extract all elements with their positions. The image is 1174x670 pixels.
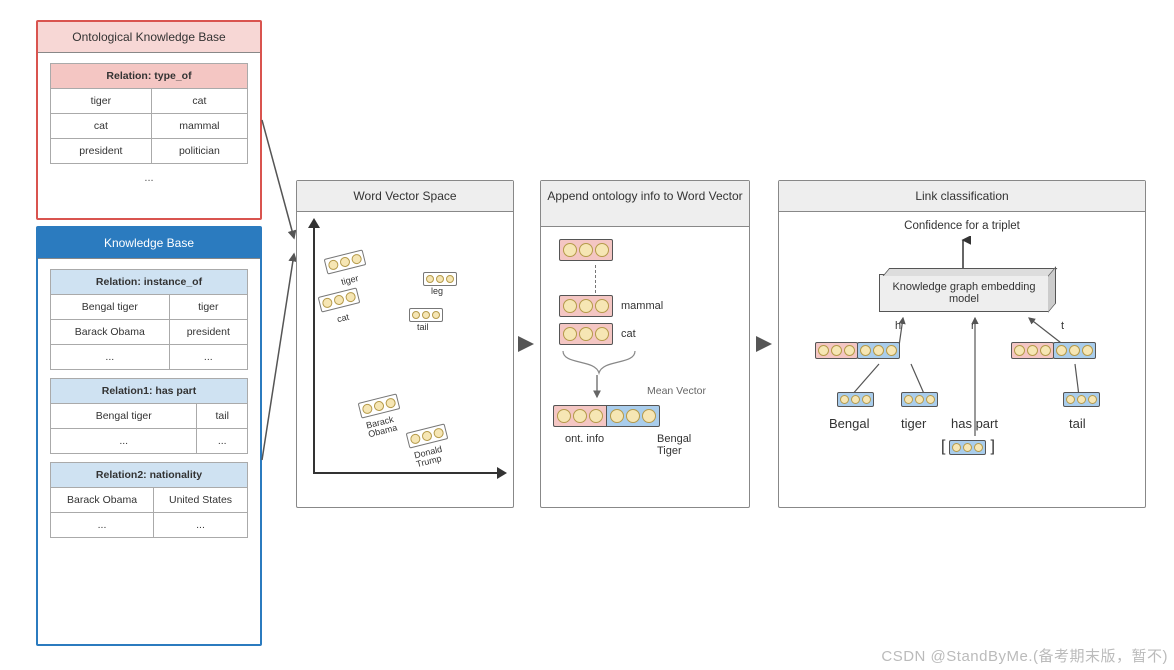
label-mean: Mean Vector [647,385,706,397]
kb-body: Relation: instance_of Bengal tigertiger … [38,259,260,556]
vec-top [559,239,613,261]
arrow-append-to-cls-icon [756,336,772,352]
cls-body: Confidence for a triplet Knowledge graph… [779,212,1145,504]
table-row: Barack Obamapresident [51,320,248,345]
vec-tail [409,308,443,322]
kb-relation: Relation1: has part [51,379,248,404]
append-title: Append ontology info to Word Vector [541,181,749,227]
x-axis [313,472,501,474]
vec-label-tail: tail [417,322,429,332]
word-tiger: tiger [901,416,926,431]
table-row: ...... [51,513,248,538]
dashed-line-icon [595,265,596,293]
model-box: Knowledge graph embedding model [879,274,1049,312]
word-haspart: has part [951,416,998,431]
kb-title: Knowledge Base [38,228,260,259]
model-label: Knowledge graph embedding model [892,281,1035,305]
kb-to-wvs-arrows [260,110,300,470]
vec-label-donald: DonaldTrump [413,445,445,469]
vec-label-tiger: tiger [340,273,359,287]
okb-relation: Relation: type_of [51,64,248,89]
okb-body: Relation: type_of tigercat catmammal pre… [38,53,260,194]
cls-title: Link classification [779,181,1145,212]
vec-r [949,440,986,455]
table-row: Bengal tigertail [51,404,248,429]
table-row: presidentpolitician [51,139,248,164]
vec-word-tail [1063,392,1100,407]
label-ontinfo: ont. info [565,433,604,445]
vec-label-barack: BarackObama [365,415,398,440]
table-row: ...... [51,345,248,370]
word-vector-space-panel: Word Vector Space tiger cat leg tail Bar… [296,180,514,508]
kb-relation: Relation2: nationality [51,463,248,488]
wvs-title: Word Vector Space [297,181,513,212]
bracket-r: ] [990,438,994,456]
mean-arrow-icon [591,375,603,401]
ontological-kb-panel: Ontological Knowledge Base Relation: typ… [36,20,262,220]
x-axis-arrow-icon [497,467,507,479]
bracket-l: [ [941,438,945,456]
watermark: CSDN @StandByMe.(备考期末版，暂不) [881,645,1168,666]
word-bengal: Bengal [829,416,869,431]
vec-t [1011,342,1096,359]
table-row: Barack ObamaUnited States [51,488,248,513]
table-row: catmammal [51,114,248,139]
kb-relation: Relation: instance_of [51,270,248,295]
vec-cat [318,287,361,312]
knowledge-base-panel: Knowledge Base Relation: instance_of Ben… [36,226,262,646]
concat-vec [553,405,660,427]
kb-table-has-part: Relation1: has part Bengal tigertail ...… [50,378,248,454]
word-tail: tail [1069,416,1086,431]
label-bengal: Bengal Tiger [657,433,707,457]
append-body: mammal cat Mean Vector ont. info Bengal … [541,227,749,505]
okb-table: Relation: type_of tigercat catmammal pre… [50,63,248,164]
kb-table-instance-of: Relation: instance_of Bengal tigertiger … [50,269,248,370]
vec-tiger [324,249,367,274]
vec-label-cat: cat [336,312,350,325]
y-axis-arrow-icon [308,218,320,228]
bracket-vec: [ ] [941,438,995,456]
up-arrow-icon [955,236,971,270]
wvs-body: tiger cat leg tail BarackObama DonaldTru… [297,212,513,504]
table-row: ...... [51,429,248,454]
table-row: Bengal tigertiger [51,295,248,320]
vec-word-bengal [837,392,874,407]
vec-cat: cat [559,323,636,345]
okb-ellipsis: ... [50,172,248,184]
vec-leg [423,272,457,286]
y-axis [313,224,315,472]
vec-mammal: mammal [559,295,663,317]
append-panel: Append ontology info to Word Vector mamm… [540,180,750,508]
label-mammal: mammal [621,300,663,312]
okb-title: Ontological Knowledge Base [38,22,260,53]
link-classification-panel: Link classification Confidence for a tri… [778,180,1146,508]
vec-word-tiger [901,392,938,407]
vec-label-leg: leg [431,286,443,296]
kb-table-nationality: Relation2: nationality Barack ObamaUnite… [50,462,248,538]
arrow-wvs-to-append-icon [518,336,534,352]
label-confidence: Confidence for a triplet [779,220,1145,232]
label-cat: cat [621,328,636,340]
vec-donald [406,423,449,448]
table-row: tigercat [51,89,248,114]
vec-h [815,342,900,359]
